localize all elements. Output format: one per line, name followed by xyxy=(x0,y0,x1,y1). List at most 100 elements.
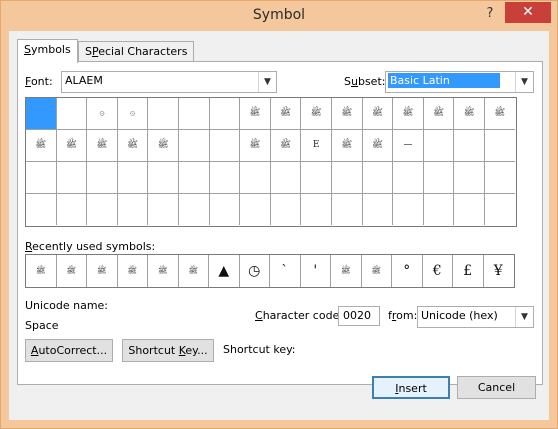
symbol-cell[interactable] xyxy=(240,193,271,225)
symbol-cell[interactable]: ﷺ xyxy=(148,129,179,162)
symbol-cell[interactable] xyxy=(485,194,515,225)
recent-symbol-cell[interactable]: ﷺ xyxy=(26,255,57,287)
font-select[interactable]: ALAEM ▼ xyxy=(61,71,277,93)
symbol-cell[interactable]: E xyxy=(301,129,332,162)
close-button[interactable]: ✕ xyxy=(505,2,551,23)
cancel-button[interactable]: Cancel xyxy=(457,376,536,399)
from-select[interactable]: Unicode (hex) ▼ xyxy=(417,306,534,328)
recent-symbol-cell[interactable]: ¥ xyxy=(484,255,514,287)
character-code-input[interactable]: 0020 xyxy=(338,306,380,326)
symbol-cell[interactable] xyxy=(56,98,88,130)
chevron-down-icon[interactable]: ▼ xyxy=(258,72,276,92)
symbol-cell[interactable] xyxy=(332,161,363,194)
symbol-cell[interactable] xyxy=(209,98,241,130)
symbol-cell[interactable]: ﷺ xyxy=(270,129,302,162)
recent-symbol-cell[interactable]: ◷ xyxy=(240,255,270,287)
recent-symbol-cell[interactable]: ﷺ xyxy=(331,255,362,287)
symbol-cell[interactable] xyxy=(424,193,455,225)
symbol-cell[interactable] xyxy=(87,193,118,225)
symbol-cell[interactable] xyxy=(393,161,424,194)
recent-symbol-cell[interactable]: ' xyxy=(301,255,331,287)
symbol-cell[interactable] xyxy=(454,161,485,194)
symbol-cell[interactable]: ﷺ xyxy=(485,98,515,130)
symbol-cell[interactable] xyxy=(179,129,210,162)
tab-symbols[interactable]: Symbols xyxy=(17,39,78,63)
symbol-cell[interactable] xyxy=(332,193,363,225)
symbol-cell[interactable] xyxy=(423,129,455,162)
symbol-cell[interactable] xyxy=(393,193,424,225)
symbol-cell[interactable] xyxy=(362,161,394,194)
chevron-down-icon[interactable]: ▼ xyxy=(515,72,533,92)
symbol-cell[interactable] xyxy=(485,130,515,162)
symbol-cell[interactable] xyxy=(363,193,394,225)
symbol-cell[interactable] xyxy=(26,98,57,130)
symbol-cell[interactable]: ﷺ xyxy=(240,129,271,162)
autocorrect-label: utoCorrect... xyxy=(38,344,108,357)
symbol-cell[interactable] xyxy=(270,161,302,194)
tab-special-characters[interactable]: SPecial Characters xyxy=(78,41,195,62)
recent-symbols[interactable]: ﷺ ﷺ ﷺ ﷺ ﷺ ﷺ ▲ ◷ ` ' ﷺ ﷺ ° € £ ¥ xyxy=(25,254,515,288)
symbol-cell[interactable] xyxy=(301,161,332,194)
symbol-cell[interactable] xyxy=(271,193,302,225)
symbol-cell[interactable]: ﷺ xyxy=(270,98,302,130)
symbol-cell[interactable] xyxy=(26,193,57,225)
subset-select[interactable]: Basic Latin ▼ xyxy=(385,71,534,93)
insert-button[interactable]: Insert xyxy=(372,376,450,399)
symbol-cell[interactable] xyxy=(56,161,88,194)
symbol-cell[interactable] xyxy=(87,161,118,194)
symbol-cell[interactable] xyxy=(209,129,241,162)
recent-symbol-cell[interactable]: £ xyxy=(453,255,484,287)
symbol-cell[interactable]: ﷺ xyxy=(87,129,118,162)
symbol-cell[interactable]: ﷺ xyxy=(301,98,332,130)
recent-symbol-cell[interactable]: ﷺ xyxy=(57,255,87,287)
symbol-dialog: Symbol ? ✕ Symbols SPecial Characters Fo… xyxy=(0,0,558,429)
symbol-cell[interactable]: ۞ xyxy=(117,98,149,130)
recent-symbol-cell[interactable]: ° xyxy=(392,255,423,287)
character-code-value: 0020 xyxy=(343,309,371,322)
symbol-cell[interactable] xyxy=(118,193,149,225)
recent-symbol-cell[interactable]: ﷺ xyxy=(148,255,179,287)
symbol-cell[interactable] xyxy=(209,161,241,194)
symbol-cell[interactable] xyxy=(148,98,179,130)
symbol-cell[interactable] xyxy=(210,193,241,225)
recent-symbol-cell[interactable]: € xyxy=(423,255,453,287)
symbol-cell[interactable]: ﷺ xyxy=(240,98,271,130)
symbol-cell[interactable] xyxy=(454,129,485,162)
symbol-cell[interactable] xyxy=(26,161,57,194)
shortcut-key-button[interactable]: Shortcut Key... xyxy=(122,339,214,362)
symbol-cell[interactable]: ﷺ xyxy=(393,98,424,130)
recent-symbol-cell[interactable]: ﷺ xyxy=(179,255,209,287)
symbol-cell[interactable] xyxy=(485,162,515,194)
recent-symbol-cell[interactable]: ▲ xyxy=(209,255,240,287)
autocorrect-button[interactable]: AutoCorrect... xyxy=(25,339,113,362)
symbol-cell[interactable]: ﷺ xyxy=(423,98,455,130)
symbol-cell[interactable] xyxy=(57,193,88,225)
symbol-cell[interactable]: ﷺ xyxy=(117,129,149,162)
symbol-cell[interactable]: ﷺ xyxy=(332,129,363,162)
symbol-cell[interactable]: ﷺ xyxy=(332,98,363,130)
symbol-cell[interactable]: ﷺ xyxy=(26,129,57,162)
recent-symbol-cell[interactable]: ` xyxy=(270,255,301,287)
symbol-grid[interactable]: ۞ ۞ ﷺ ﷺ ﷺ ﷺ ﷺ ﷺ ﷺ ﷺ ﷺ ﷺ ﷺ ﷺ ﷺ ﷺ ﷺ ﷺ E ﷺ ﷺ — xyxy=(25,97,517,227)
symbol-cell[interactable]: ۞ xyxy=(87,98,118,130)
recent-symbol-cell[interactable]: ﷺ xyxy=(87,255,118,287)
help-button[interactable]: ? xyxy=(479,4,501,24)
symbol-cell[interactable] xyxy=(179,98,210,130)
recent-symbol-cell[interactable]: ﷺ xyxy=(118,255,148,287)
symbol-cell[interactable] xyxy=(423,161,455,194)
symbol-cell[interactable] xyxy=(240,161,271,194)
chevron-down-icon[interactable]: ▼ xyxy=(515,307,533,327)
symbol-cell[interactable] xyxy=(301,193,332,225)
symbol-cell[interactable]: ﷺ xyxy=(362,98,394,130)
symbol-cell[interactable]: ﷺ xyxy=(454,98,485,130)
symbol-cell[interactable]: ﷺ xyxy=(362,129,394,162)
symbol-cell[interactable] xyxy=(148,161,179,194)
symbol-cell[interactable] xyxy=(179,161,210,194)
symbol-cell[interactable] xyxy=(117,161,149,194)
symbol-cell[interactable] xyxy=(148,193,179,225)
symbol-cell[interactable] xyxy=(179,193,210,225)
symbol-cell[interactable]: — xyxy=(393,129,424,162)
symbol-cell[interactable] xyxy=(454,193,485,225)
recent-symbol-cell[interactable]: ﷺ xyxy=(362,255,392,287)
symbol-cell[interactable]: ﷺ xyxy=(56,129,88,162)
